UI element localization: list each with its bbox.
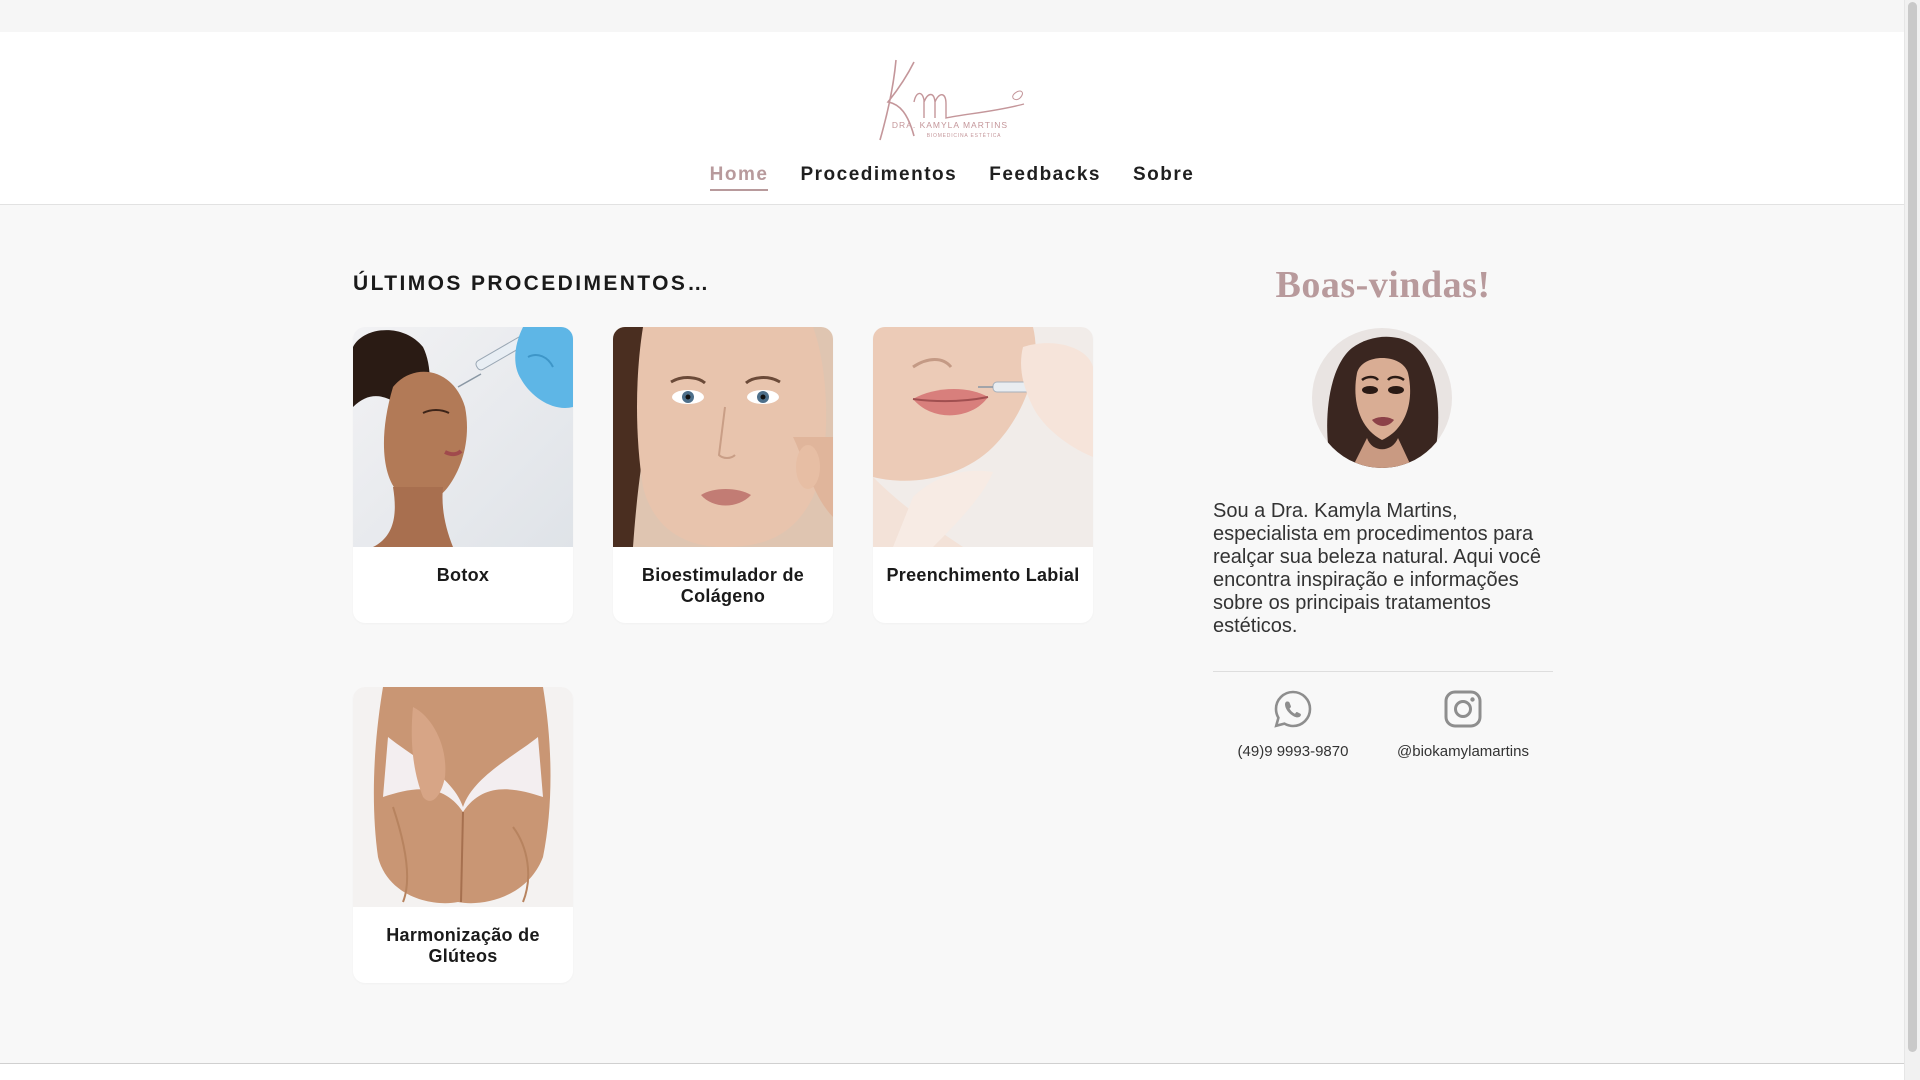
site-footer xyxy=(0,1064,1904,1080)
botox-injection-photo xyxy=(353,327,573,547)
procedure-card-gluteos[interactable]: Harmonização de Glúteos xyxy=(353,687,573,983)
procedure-card-preenchimento[interactable]: Preenchimento Labial xyxy=(873,327,1093,623)
card-title: Botox xyxy=(436,565,490,585)
contact-links: (49)9 9993-9870 @biokamylamartins xyxy=(1213,689,1553,769)
collagen-face-photo xyxy=(613,327,833,547)
card-title: Bioestimulador de Colágeno xyxy=(641,565,805,606)
bio-text: Sou a Dra. Kamyla Martins, especialista … xyxy=(1213,500,1541,637)
lip-filler-photo xyxy=(873,327,1093,547)
doctor-avatar xyxy=(1312,328,1452,468)
whatsapp-number: (49)9 9993-9870 xyxy=(1237,743,1349,760)
sidebar: Boas-vindas! Sou a Dra. Kamyla Martins, … xyxy=(1213,263,1553,760)
card-title: Preenchimento Labial xyxy=(886,565,1080,585)
vertical-scrollbar[interactable] xyxy=(1904,0,1920,1080)
gluteal-photo xyxy=(353,687,573,907)
site-logo[interactable]: DRA. KAMYLA MARTINS BIOMEDICINA ESTÉTICA xyxy=(874,52,1026,144)
nav-procedimentos[interactable]: Procedimentos xyxy=(800,164,957,191)
instagram-handle: @biokamylamartins xyxy=(1397,743,1529,760)
nav-home[interactable]: Home xyxy=(709,164,769,191)
card-title: Harmonização de Glúteos xyxy=(386,925,540,966)
logo-name: DRA. KAMYLA MARTINS xyxy=(892,120,1008,130)
whatsapp-icon xyxy=(1274,690,1312,728)
welcome-heading: Boas-vindas! xyxy=(1275,264,1491,306)
section-title: ÚLTIMOS PROCEDIMENTOS… xyxy=(353,272,711,295)
instagram-icon xyxy=(1444,690,1482,728)
procedure-card-botox[interactable]: Botox xyxy=(353,327,573,623)
logo-graphic: DRA. KAMYLA MARTINS BIOMEDICINA ESTÉTICA xyxy=(879,59,1025,141)
procedure-card-bioestimulador[interactable]: Bioestimulador de Colágeno xyxy=(613,327,833,623)
whatsapp-link[interactable]: (49)9 9993-9870 xyxy=(1232,689,1354,760)
top-strip xyxy=(0,0,1904,32)
logo-tagline: BIOMEDICINA ESTÉTICA xyxy=(927,132,1002,139)
main-content: ÚLTIMOS PROCEDIMENTOS… Botox Bioestimula… xyxy=(0,205,1904,1063)
nav-sobre[interactable]: Sobre xyxy=(1133,164,1194,191)
scrollbar-thumb[interactable] xyxy=(1908,2,1917,1052)
main-nav: Home Procedimentos Feedbacks Sobre xyxy=(0,164,1904,191)
site-header: DRA. KAMYLA MARTINS BIOMEDICINA ESTÉTICA… xyxy=(0,32,1904,205)
divider xyxy=(1213,671,1553,672)
instagram-link[interactable]: @biokamylamartins xyxy=(1383,689,1543,760)
nav-feedbacks[interactable]: Feedbacks xyxy=(989,164,1101,191)
